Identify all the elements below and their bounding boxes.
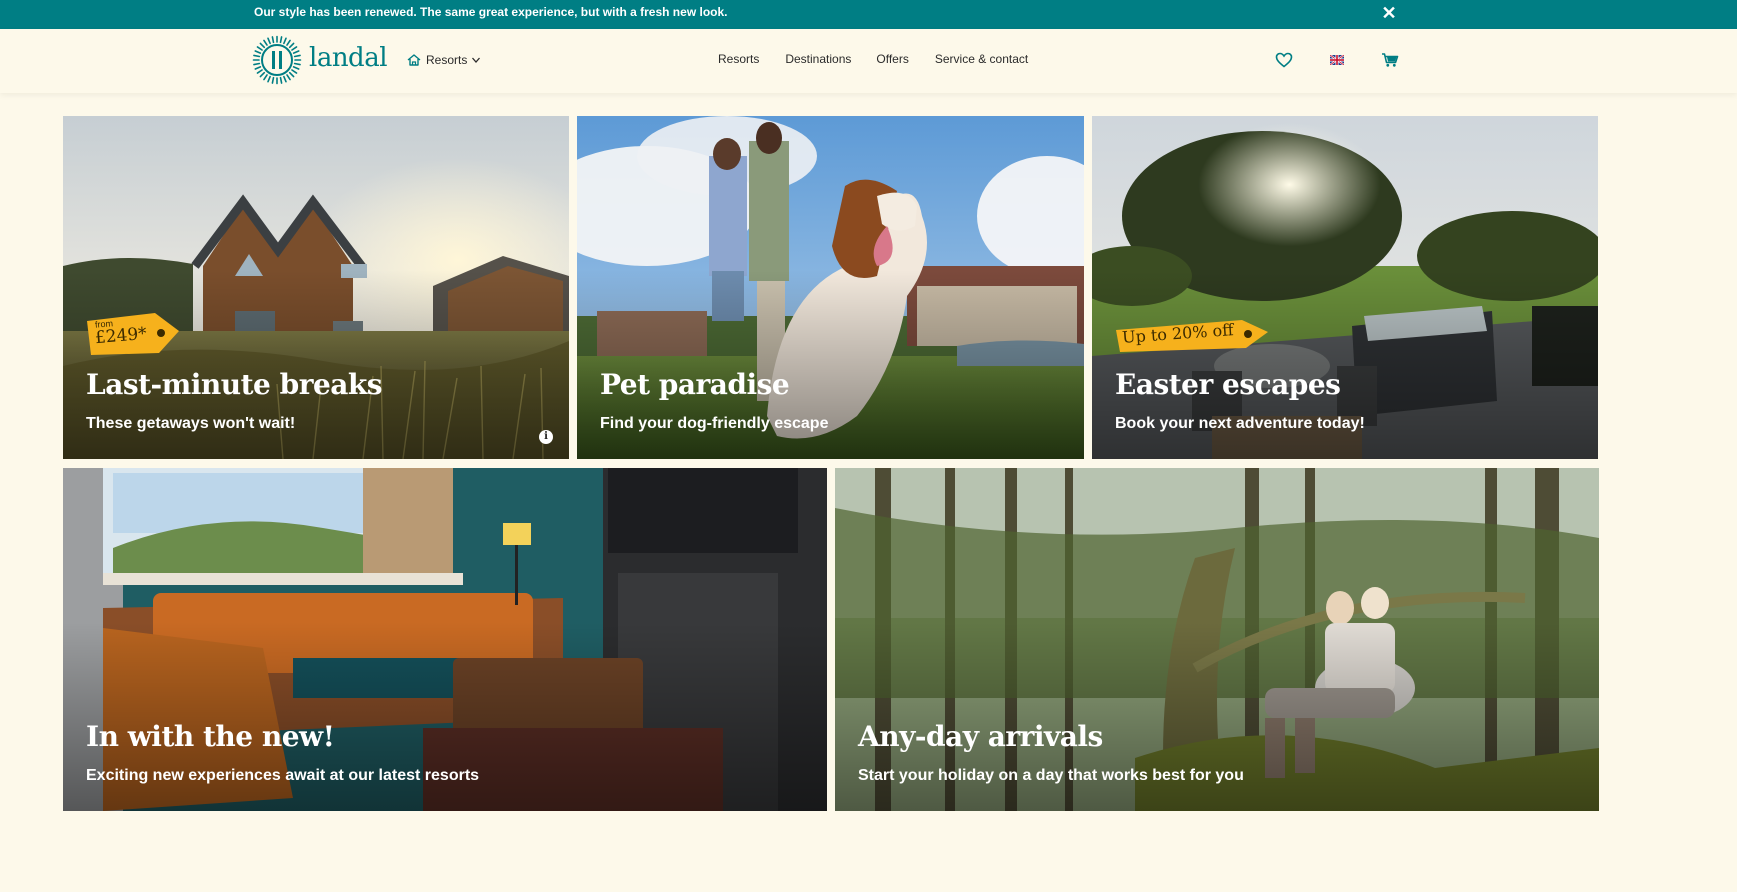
logo-wordmark: landal (309, 43, 388, 73)
favorites-button[interactable] (1272, 48, 1296, 72)
card-subtitle: Book your next adventure today! (1115, 415, 1365, 432)
heart-icon (1275, 52, 1293, 68)
card-title: Last-minute breaks (86, 368, 383, 401)
card-easter-escapes[interactable]: Up to 20% off Easter escapes Book your n… (1092, 116, 1598, 459)
banner-message: Our style has been renewed. The same gre… (254, 5, 728, 19)
cart-button[interactable] (1378, 48, 1402, 72)
resorts-dropdown[interactable]: Resorts (406, 49, 481, 71)
card-in-with-the-new[interactable]: In with the new! Exciting new experience… (63, 468, 827, 811)
card-pet-paradise[interactable]: Pet paradise Find your dog-friendly esca… (577, 116, 1084, 459)
card-last-minute-breaks[interactable]: from £249* Last-minute breaks These geta… (63, 116, 569, 459)
info-icon[interactable]: i (539, 430, 553, 444)
main-nav: Resorts Destinations Offers Service & co… (718, 52, 1028, 66)
card-subtitle: Exciting new experiences await at our la… (86, 767, 480, 784)
nav-destinations[interactable]: Destinations (785, 52, 851, 66)
card-subtitle: Start your holiday on a day that works b… (858, 767, 1244, 784)
main-header: landal Resorts Resorts Destinations Offe… (0, 29, 1737, 93)
resorts-dropdown-label: Resorts (426, 53, 468, 67)
language-selector[interactable] (1325, 48, 1349, 72)
card-title: In with the new! (86, 720, 335, 753)
card-subtitle: These getaways won't wait! (86, 415, 296, 432)
close-icon[interactable]: ✕ (1378, 2, 1400, 24)
card-title: Any-day arrivals (858, 720, 1103, 753)
cart-icon (1382, 53, 1399, 67)
card-any-day-arrivals[interactable]: Any-day arrivals Start your holiday on a… (835, 468, 1599, 811)
landal-logo[interactable]: landal (252, 35, 388, 85)
chevron-down-icon (472, 57, 481, 63)
nav-resorts[interactable]: Resorts (718, 52, 759, 66)
nav-offers[interactable]: Offers (876, 52, 908, 66)
nav-service-contact[interactable]: Service & contact (935, 52, 1028, 66)
announcement-banner: Our style has been renewed. The same gre… (0, 0, 1737, 29)
house-icon (407, 54, 421, 66)
sun-logo-icon (252, 35, 302, 85)
card-title: Easter escapes (1115, 368, 1341, 401)
card-subtitle: Find your dog-friendly escape (600, 415, 829, 432)
card-title: Pet paradise (600, 368, 790, 401)
uk-flag-icon (1330, 55, 1344, 65)
